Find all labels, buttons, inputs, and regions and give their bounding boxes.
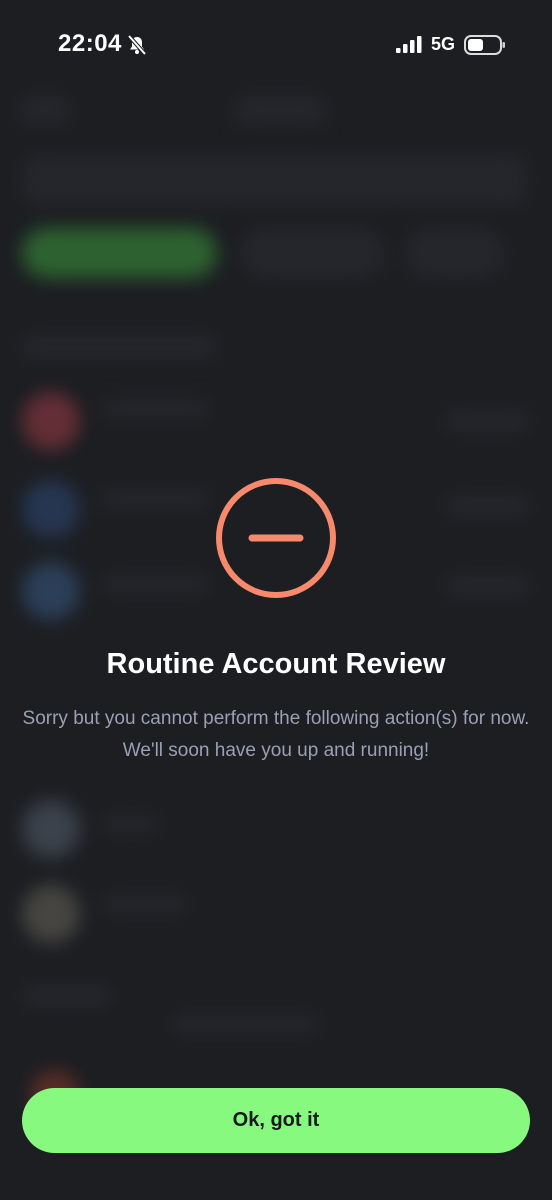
bg-avatar-2	[22, 480, 80, 538]
dialog-message: Sorry but you cannot perform the followi…	[22, 708, 530, 761]
network-label: 5G	[431, 34, 456, 54]
bg-chip-3	[405, 228, 505, 278]
bg-avatar-5	[22, 885, 80, 943]
bg-avatar-3	[22, 562, 80, 620]
bg-chip-2	[240, 228, 385, 278]
app-screen: 22:04 5G Routine Account Review Sorry bu…	[0, 0, 552, 1200]
bg-row-2-value	[445, 495, 530, 517]
blurred-background	[0, 0, 552, 1200]
bg-avatar-4	[22, 800, 80, 858]
status-bar: 22:04 5G	[0, 0, 552, 90]
bg-row-2-text	[100, 490, 210, 508]
bg-row-5-text	[100, 895, 190, 913]
bg-back-button	[20, 95, 70, 125]
bg-row-3-text	[100, 575, 210, 593]
bg-section-label	[22, 335, 217, 359]
bg-row-1-text	[100, 400, 210, 418]
minus-circle-icon	[216, 478, 336, 598]
dialog-title: Routine Account Review	[106, 648, 446, 680]
bg-row-4-text	[100, 815, 160, 833]
ok-got-it-button[interactable]: Ok, got it	[22, 1088, 530, 1153]
bg-primary-chip	[22, 228, 217, 278]
status-time: 22:04	[58, 30, 122, 57]
bg-search-bar	[22, 155, 527, 205]
bg-header-title	[235, 95, 325, 125]
bg-row-3-value	[445, 575, 530, 597]
bg-avatar-1	[22, 392, 80, 450]
signal-icon	[396, 36, 422, 53]
bg-section-label-2	[22, 985, 112, 1007]
bell-muted-icon	[127, 34, 147, 56]
battery-icon	[464, 35, 505, 55]
bg-row-1-value	[445, 410, 530, 432]
bg-row-6-text	[170, 1015, 320, 1033]
